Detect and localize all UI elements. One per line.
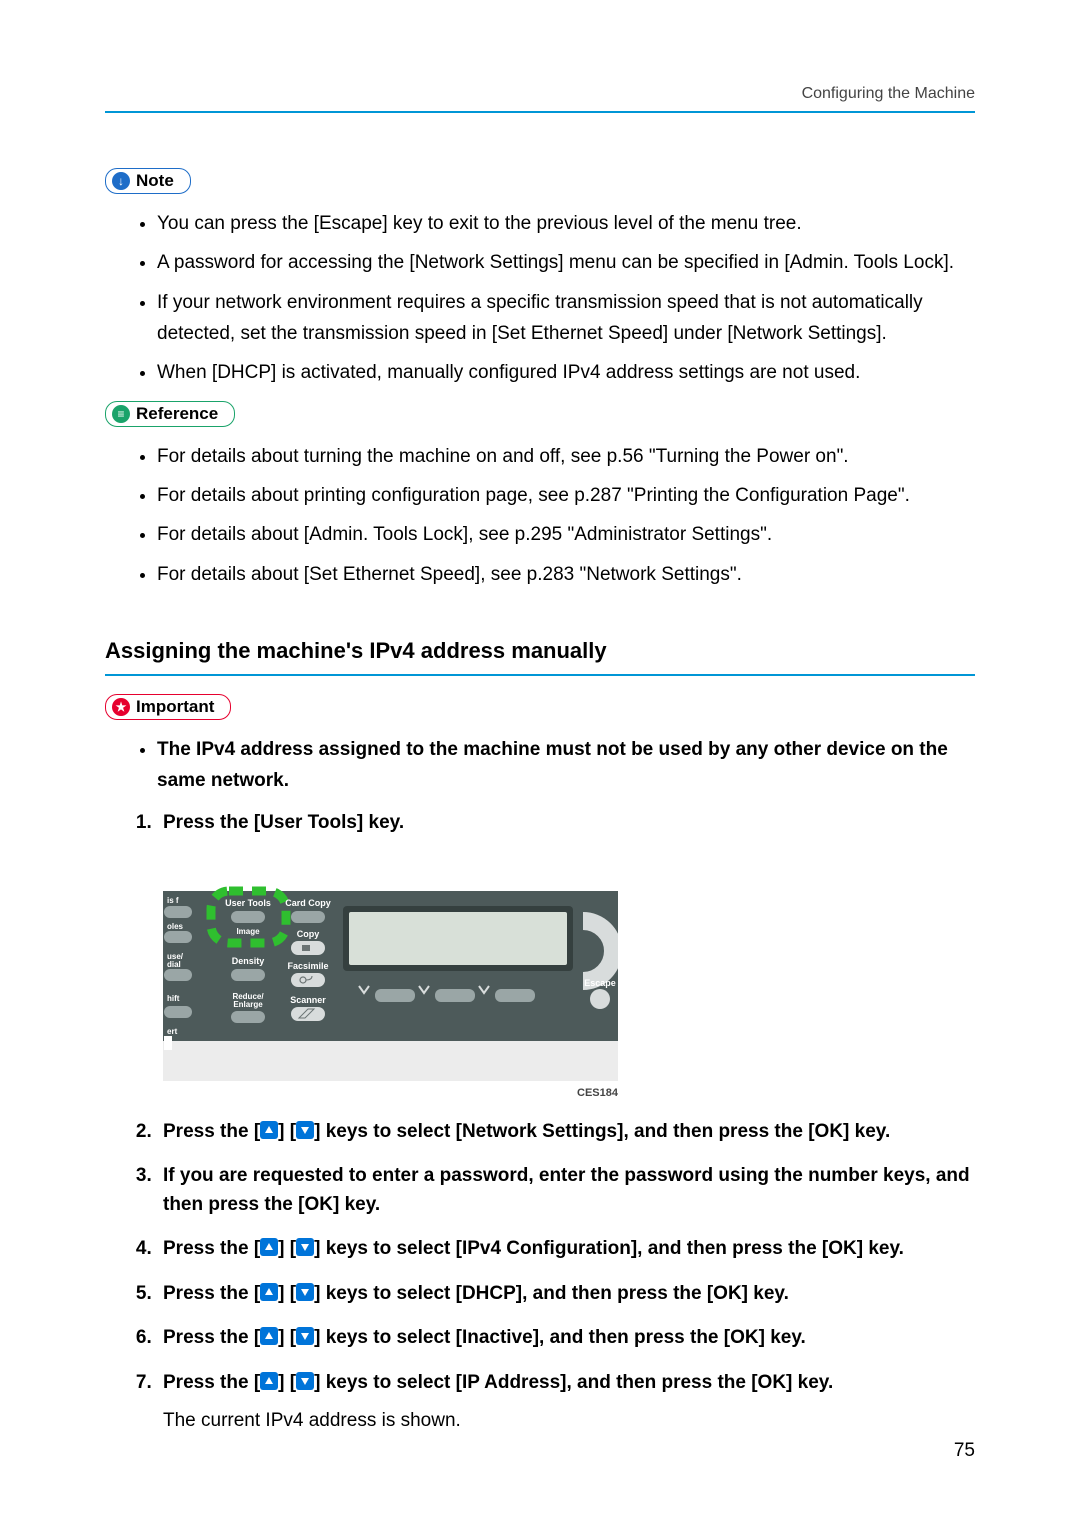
svg-text:Card Copy: Card Copy [285,898,331,908]
step-3: If you are requested to enter a password… [157,1162,975,1219]
important-item: The IPv4 address assigned to the machine… [157,734,975,797]
step-text-mid: ] [ [278,1238,296,1259]
step-1: Press the [User Tools] key. [157,809,975,1102]
step-text: If you are requested to enter a password… [163,1165,970,1215]
step-text-post: ] keys to select [IPv4 Configuration], a… [314,1238,904,1259]
note-list: You can press the [Escape] key to exit t… [157,208,975,389]
important-list: The IPv4 address assigned to the machine… [157,734,975,797]
note-item: If your network environment requires a s… [157,287,975,350]
svg-text:dial: dial [167,960,181,969]
step-text-pre: Press the [ [163,1283,260,1304]
important-callout: ★ Important [105,694,231,720]
step-text-post: ] keys to select [IP Address], and then … [314,1372,833,1393]
note-item: You can press the [Escape] key to exit t… [157,208,975,239]
list-icon: ≡ [112,405,130,423]
svg-text:hift: hift [167,994,180,1003]
star-icon: ★ [112,698,130,716]
down-arrow-key-icon [296,1283,314,1301]
step-text-mid: ] [ [278,1283,296,1304]
step-text-pre: Press the [ [163,1372,260,1393]
up-arrow-key-icon [260,1121,278,1139]
reference-item: For details about turning the machine on… [157,441,975,472]
control-panel-figure: is f oles use/ dial hift ert User Tools … [163,851,975,1102]
up-arrow-key-icon [260,1372,278,1390]
note-label: Note [136,171,174,191]
down-arrow-key-icon [296,1238,314,1256]
up-arrow-key-icon [260,1283,278,1301]
user-tools-label: User Tools [225,898,271,908]
down-arrow-icon: ↓ [112,172,130,190]
svg-text:ert: ert [167,1027,178,1036]
figure-id: CES184 [163,1085,618,1102]
svg-text:is f: is f [167,896,179,905]
header-title: Configuring the Machine [105,85,975,103]
step-text-pre: Press the [ [163,1238,260,1259]
down-arrow-key-icon [296,1372,314,1390]
step-7: Press the [ ] [ ] keys to select [IP Addre… [157,1369,975,1436]
reference-callout: ≡ Reference [105,401,235,427]
step-text-post: ] keys to select [Inactive], and then pr… [314,1327,806,1348]
svg-text:Scanner: Scanner [290,995,326,1005]
step-text-mid: ] [ [278,1327,296,1348]
step-5: Press the [ ] [ ] keys to select [DHCP], a… [157,1280,975,1309]
down-arrow-key-icon [296,1327,314,1345]
svg-text:Enlarge: Enlarge [233,1000,263,1009]
section-rule [105,674,975,676]
step-text-pre: Press the [ [163,1327,260,1348]
reference-list: For details about turning the machine on… [157,441,975,590]
note-callout: ↓ Note [105,168,191,194]
step-text: Press the [User Tools] key. [163,812,404,833]
svg-text:oles: oles [167,922,184,931]
reference-item: For details about printing configuration… [157,480,975,511]
reference-item: For details about [Set Ethernet Speed], … [157,559,975,590]
step-2: Press the [ ] [ ] keys to select [Network … [157,1118,975,1147]
control-panel-svg: is f oles use/ dial hift ert User Tools … [163,851,618,1081]
page-number: 75 [954,1440,975,1462]
note-item: When [DHCP] is activated, manually confi… [157,357,975,388]
reference-item: For details about [Admin. Tools Lock], s… [157,519,975,550]
header-rule [105,111,975,113]
up-arrow-key-icon [260,1238,278,1256]
svg-text:Copy: Copy [297,929,320,939]
section-heading: Assigning the machine's IPv4 address man… [105,638,975,664]
svg-text:Image: Image [236,927,260,936]
important-label: Important [136,697,214,717]
svg-text:Escape: Escape [584,978,616,988]
step-text-post: ] keys to select [Network Settings], and… [314,1121,890,1142]
step-text-pre: Press the [ [163,1121,260,1142]
step-text-mid: ] [ [278,1121,296,1142]
step-6: Press the [ ] [ ] keys to select [Inactive… [157,1324,975,1353]
up-arrow-key-icon [260,1327,278,1345]
step-text-post: ] keys to select [DHCP], and then press … [314,1283,789,1304]
steps-list: Press the [User Tools] key. [157,809,975,1436]
down-arrow-key-icon [296,1121,314,1139]
svg-text:Facsimile: Facsimile [287,961,328,971]
step-text-mid: ] [ [278,1372,296,1393]
note-item: A password for accessing the [Network Se… [157,247,975,278]
reference-label: Reference [136,404,218,424]
step-subtext: The current IPv4 address is shown. [163,1407,975,1436]
step-4: Press the [ ] [ ] keys to select [IPv4 Con… [157,1235,975,1264]
svg-text:Density: Density [232,956,265,966]
